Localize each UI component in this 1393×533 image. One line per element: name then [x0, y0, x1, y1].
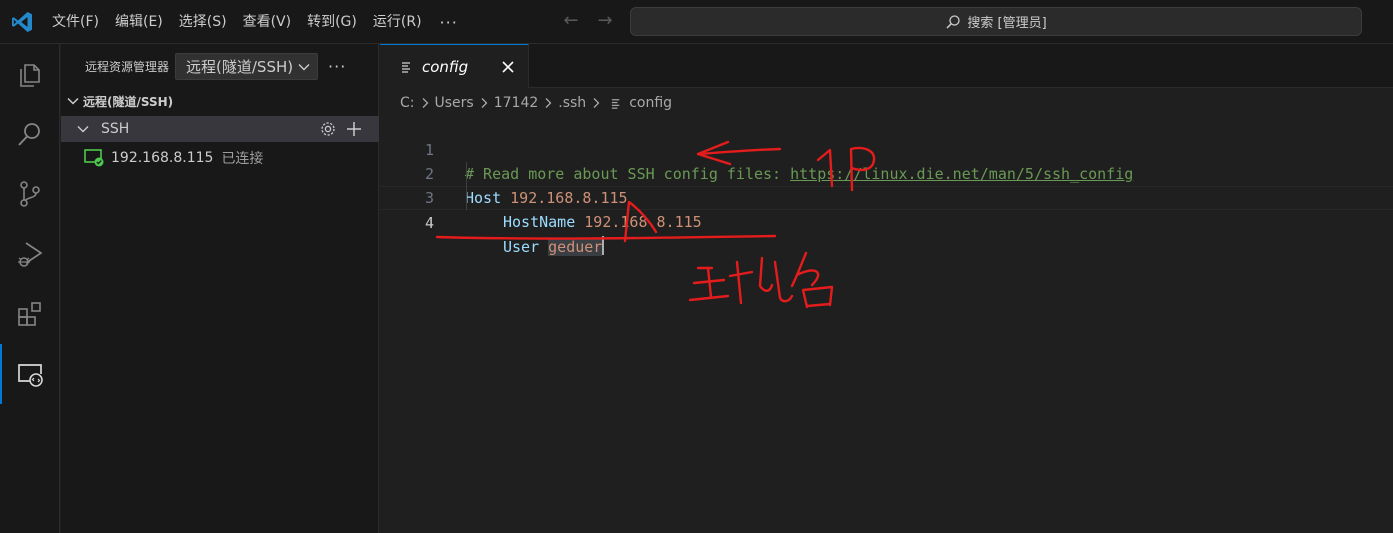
- breadcrumb-ssh-folder[interactable]: .ssh: [558, 95, 586, 111]
- annotation-underline: [435, 234, 777, 240]
- tree-item-label: SSH: [101, 121, 130, 137]
- activity-run-debug[interactable]: [0, 224, 60, 284]
- menu-go[interactable]: 转到(G): [299, 0, 365, 44]
- run-debug-icon: [18, 242, 43, 267]
- code-editor[interactable]: 1 # Read more about SSH config files: ht…: [380, 114, 1393, 256]
- code-line-current: 4 User geduer: [380, 186, 1393, 256]
- menu-selection[interactable]: 选择(S): [171, 0, 235, 44]
- tree-item-host[interactable]: 192.168.8.115 已连接: [61, 145, 379, 171]
- chevron-down-icon: [67, 97, 79, 105]
- chevron-right-icon: [422, 98, 428, 108]
- activity-search[interactable]: [0, 104, 60, 164]
- annotation-glyph-3: [790, 251, 834, 309]
- breadcrumb-drive[interactable]: C:: [400, 95, 415, 111]
- activity-extensions[interactable]: [0, 284, 60, 344]
- chevron-right-icon: [545, 98, 552, 108]
- tab-label: config: [422, 57, 469, 76]
- section-title: 远程(隧道/SSH): [83, 94, 174, 109]
- navigation-arrows: ← →: [560, 10, 616, 32]
- chevron-down-icon: [77, 126, 89, 133]
- remote-type-value: 远程(隧道/SSH): [186, 57, 294, 76]
- remote-explorer-icon: [18, 364, 43, 387]
- code-line: 1 # Read more about SSH config files: ht…: [380, 114, 1393, 183]
- activity-bar: [0, 44, 60, 533]
- code-value-selected: geduer: [548, 238, 603, 256]
- menu-edit[interactable]: 编辑(E): [107, 0, 171, 44]
- connected-monitor-icon: [84, 149, 104, 167]
- sidebar-header: 远程资源管理器 远程(隧道/SSH) ···: [61, 44, 379, 88]
- files-icon: [20, 64, 40, 87]
- tab-config[interactable]: config: [380, 44, 529, 88]
- menu-view[interactable]: 查看(V): [235, 0, 300, 44]
- activity-remote-explorer[interactable]: [0, 344, 60, 404]
- menu-file[interactable]: 文件(F): [44, 0, 107, 44]
- annotation-glyph-2: [728, 256, 794, 305]
- file-lines-icon: [612, 98, 620, 109]
- title-bar: 文件(F) 编辑(E) 选择(S) 查看(V) 转到(G) 运行(R) ··· …: [0, 0, 1393, 44]
- breadcrumb-file[interactable]: config: [629, 95, 672, 111]
- line-number: 4: [424, 214, 434, 232]
- breadcrumb-users[interactable]: Users: [435, 95, 474, 111]
- code-keyword: User: [503, 238, 540, 256]
- chevron-right-icon: [481, 98, 488, 108]
- menu-bar: 文件(F) 编辑(E) 选择(S) 查看(V) 转到(G) 运行(R) ···: [44, 0, 468, 44]
- code-value: 192.168.8.115: [584, 213, 702, 231]
- menu-run[interactable]: 运行(R): [365, 0, 430, 44]
- plus-icon[interactable]: [345, 120, 363, 138]
- file-lines-icon: [402, 61, 410, 73]
- indent-guide: [466, 162, 467, 210]
- breadcrumb: C: Users 17142 .ssh config: [400, 92, 672, 114]
- remote-type-select[interactable]: 远程(隧道/SSH): [175, 52, 319, 80]
- extensions-icon: [18, 302, 41, 326]
- breadcrumb-user-folder[interactable]: 17142: [494, 95, 539, 111]
- code-line: 2 Host 192.168.8.115: [380, 138, 1393, 207]
- code-keyword: HostName: [503, 213, 576, 231]
- gear-icon[interactable]: [319, 120, 337, 138]
- text-cursor: [602, 236, 605, 255]
- remote-explorer-sidebar: 远程资源管理器 远程(隧道/SSH) ··· 远程(隧道/SSH) SSH 19…: [61, 44, 379, 533]
- sidebar-more-button[interactable]: ···: [328, 57, 346, 76]
- search-label: 搜索 [管理员]: [967, 16, 1047, 31]
- sidebar-title: 远程资源管理器: [85, 59, 170, 74]
- activity-explorer[interactable]: [0, 44, 60, 104]
- source-control-icon: [20, 181, 40, 207]
- host-label: 192.168.8.115: [111, 150, 214, 166]
- tree-item-ssh[interactable]: SSH: [61, 116, 379, 142]
- code-line: 3 HostName 192.168.8.115: [380, 162, 1393, 231]
- chevron-right-icon: [593, 98, 600, 108]
- search-icon: [18, 123, 40, 146]
- close-icon[interactable]: [500, 59, 516, 75]
- back-arrow-icon[interactable]: ←: [560, 10, 582, 32]
- annotation-glyph-1: [688, 266, 730, 302]
- menu-more-button[interactable]: ···: [430, 13, 468, 32]
- host-status: 已连接: [221, 151, 264, 167]
- forward-arrow-icon[interactable]: →: [594, 10, 616, 32]
- activity-source-control[interactable]: [0, 164, 60, 224]
- search-icon: [946, 14, 961, 29]
- command-center-search[interactable]: 搜索 [管理员]: [630, 7, 1362, 36]
- chevron-down-icon: [298, 63, 310, 70]
- vscode-logo-icon: [12, 12, 32, 32]
- editor-tabs: config: [380, 44, 1393, 88]
- section-remote-tunnels-ssh[interactable]: 远程(隧道/SSH): [61, 90, 379, 112]
